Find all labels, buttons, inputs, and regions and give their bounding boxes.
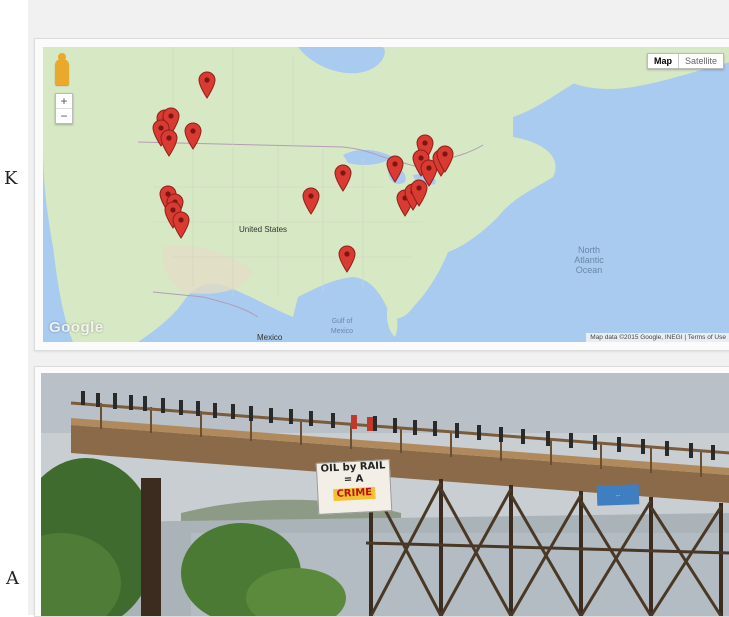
map-marker-icon[interactable] bbox=[436, 145, 454, 173]
map-marker-icon[interactable] bbox=[410, 179, 428, 207]
map-marker-icon[interactable] bbox=[386, 155, 404, 183]
mexico-label: Mexico bbox=[257, 333, 283, 342]
map-attribution: Map data ©2015 Google, INEGI | Terms of … bbox=[586, 333, 729, 342]
map-card: Map Satellite + − United States Mexico G… bbox=[34, 38, 729, 351]
map-marker-icon[interactable] bbox=[198, 71, 216, 99]
country-label: United States bbox=[239, 225, 288, 234]
cropped-text-fragment: A bbox=[6, 568, 19, 589]
google-logo[interactable]: Google bbox=[49, 319, 104, 336]
map-marker-icon[interactable] bbox=[160, 129, 178, 157]
zoom-out-button[interactable]: − bbox=[56, 109, 72, 123]
map-marker-icon[interactable] bbox=[302, 187, 320, 215]
cropped-text-fragment: K bbox=[4, 168, 18, 189]
banner-line: CRIME bbox=[333, 486, 376, 502]
map-marker-icon[interactable] bbox=[184, 122, 202, 150]
blue-protest-sign: ... bbox=[596, 484, 640, 506]
gulf-label: Gulf of Mexico bbox=[330, 318, 354, 335]
zoom-in-button[interactable]: + bbox=[56, 94, 72, 109]
map-land bbox=[43, 47, 729, 342]
street-view-pegman-icon[interactable] bbox=[55, 53, 69, 85]
protest-photo[interactable]: OIL by RAIL = A CRIME ... bbox=[41, 373, 729, 616]
map-marker-icon[interactable] bbox=[338, 245, 356, 273]
google-map[interactable]: Map Satellite + − United States Mexico G… bbox=[43, 47, 729, 342]
ocean-label: North Atlantic Ocean bbox=[574, 245, 604, 275]
map-type-satellite-button[interactable]: Satellite bbox=[679, 54, 723, 68]
protest-banner: OIL by RAIL = A CRIME bbox=[315, 459, 393, 515]
map-marker-icon[interactable] bbox=[172, 211, 190, 239]
zoom-control: + − bbox=[55, 93, 73, 124]
map-data-text: Map data ©2015 Google, INEGI bbox=[590, 334, 683, 341]
map-type-control: Map Satellite bbox=[646, 53, 724, 69]
map-type-map-button[interactable]: Map bbox=[648, 54, 679, 68]
map-marker-icon[interactable] bbox=[334, 164, 352, 192]
terms-link[interactable]: Terms of Use bbox=[688, 334, 726, 341]
photo-card: OIL by RAIL = A CRIME ... bbox=[34, 366, 729, 617]
